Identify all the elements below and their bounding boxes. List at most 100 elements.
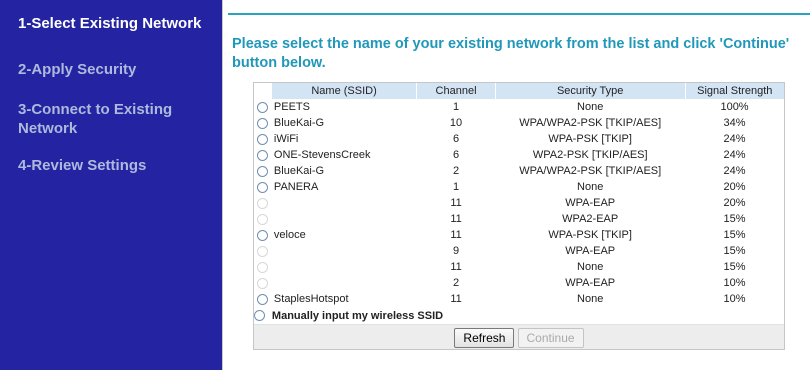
step-review-settings[interactable]: 4-Review Settings [18,156,208,175]
network-radio[interactable] [257,197,269,209]
signal-cell: 15% [723,245,746,257]
network-radio[interactable] [257,245,269,257]
security-cell: WPA/WPA2-PSK [TKIP/AES] [519,165,662,177]
security-cell: None [577,101,604,113]
step-apply-security[interactable]: 2-Apply Security [18,60,208,79]
signal-cell: 24% [723,165,746,177]
manual-ssid-radio[interactable] [254,310,265,322]
network-radio[interactable] [257,261,269,273]
step-select-network[interactable]: 1-Select Existing Network [18,14,208,33]
main-panel: Please select the name of your existing … [228,0,810,370]
table-row[interactable]: 9 WPA-EAP 15% [254,243,784,259]
signal-cell: 20% [723,197,746,209]
signal-cell: 20% [723,181,746,193]
channel-cell: 9 [452,245,460,257]
signal-cell: 24% [723,149,746,161]
ssid-cell: BlueKai-G [273,165,325,177]
table-row[interactable]: 11 WPA-EAP 20% [254,195,784,211]
manual-ssid-label: Manually input my wireless SSID [271,309,444,322]
security-cell: WPA-EAP [565,197,616,209]
network-radio[interactable] [257,229,269,241]
ssid-cell: ONE-StevensCreek [273,149,371,161]
channel-cell: 11 [450,229,462,241]
ssid-cell [272,195,417,211]
network-list: Name (SSID) Channel Security Type Signal… [253,82,785,350]
signal-cell: 100% [720,101,749,113]
channel-cell: 2 [452,165,460,177]
step-connect-network[interactable]: 3-Connect to Existing Network [18,100,188,138]
network-radio[interactable] [257,101,269,113]
table-row[interactable]: BlueKai-G 10 WPA/WPA2-PSK [TKIP/AES] 34% [254,115,784,131]
channel-cell: 11 [450,213,462,225]
security-cell: WPA-EAP [565,277,616,289]
instructions-text: Please select the name of your existing … [232,36,790,71]
header-divider [228,13,810,15]
table-row[interactable]: StaplesHotspot 11 None 10% [254,291,784,307]
ssid-cell: StaplesHotspot [273,293,349,305]
col-signal-header: Signal Strength [685,83,784,99]
channel-cell: 1 [452,101,460,113]
table-header-row: Name (SSID) Channel Security Type Signal… [254,83,784,99]
refresh-button[interactable]: Refresh [454,328,515,348]
table-row[interactable]: 2 WPA-EAP 10% [254,275,784,291]
signal-cell: 24% [723,133,746,145]
security-cell: WPA-EAP [565,245,616,257]
table-row[interactable]: BlueKai-G 2 WPA/WPA2-PSK [TKIP/AES] 24% [254,163,784,179]
security-cell: WPA/WPA2-PSK [TKIP/AES] [519,117,662,129]
security-cell: None [577,181,604,193]
network-radio[interactable] [257,213,269,225]
ssid-cell [272,211,417,227]
channel-cell: 10 [449,117,463,129]
ssid-cell: veloce [273,229,306,241]
network-radio[interactable] [257,293,269,305]
ssid-cell: BlueKai-G [273,117,325,129]
channel-cell: 6 [452,133,460,145]
security-cell: WPA-PSK [TKIP] [548,229,632,241]
ssid-cell: PANERA [273,181,319,193]
signal-cell: 10% [723,293,746,305]
network-radio[interactable] [257,181,269,193]
security-cell: WPA2-PSK [TKIP/AES] [532,149,648,161]
ssid-cell: PEETS [273,101,310,113]
table-row[interactable]: PANERA 1 None 20% [254,179,784,195]
table-row[interactable]: iWiFi 6 WPA-PSK [TKIP] 24% [254,131,784,147]
network-table: Name (SSID) Channel Security Type Signal… [254,83,784,349]
network-radio[interactable] [257,165,269,177]
ssid-cell [272,243,417,259]
manual-ssid-row[interactable]: Manually input my wireless SSID [254,307,784,325]
signal-cell: 15% [723,213,746,225]
table-row[interactable]: ONE-StevensCreek 6 WPA2-PSK [TKIP/AES] 24% [254,147,784,163]
table-row[interactable]: PEETS 1 None 100% [254,99,784,115]
radio-column-header [254,83,272,99]
signal-cell: 34% [723,117,746,129]
col-channel-header: Channel [416,83,496,99]
network-radio[interactable] [257,133,269,145]
col-security-header: Security Type [495,83,686,99]
channel-cell: 11 [450,197,462,209]
ssid-cell [272,275,417,291]
continue-button[interactable]: Continue [517,328,584,348]
ssid-cell [272,259,417,275]
signal-cell: 10% [723,277,746,289]
security-cell: None [577,293,604,305]
network-radio[interactable] [257,277,269,289]
ssid-cell: iWiFi [273,133,299,145]
security-cell: None [577,261,604,273]
channel-cell: 11 [450,261,462,273]
col-ssid-header: Name (SSID) [271,83,418,99]
channel-cell: 1 [452,181,460,193]
button-bar: Refresh Continue [254,324,784,349]
network-radio[interactable] [257,149,269,161]
table-row[interactable]: 11 None 15% [254,259,784,275]
table-row[interactable]: 11 WPA2-EAP 15% [254,211,784,227]
security-cell: WPA2-EAP [562,213,619,225]
table-row[interactable]: veloce 11 WPA-PSK [TKIP] 15% [254,227,784,243]
wizard-sidebar: 1-Select Existing Network 2-Apply Securi… [0,0,223,370]
network-radio[interactable] [257,117,269,129]
channel-cell: 11 [450,293,462,305]
channel-cell: 6 [452,149,460,161]
signal-cell: 15% [723,229,746,241]
security-cell: WPA-PSK [TKIP] [548,133,632,145]
channel-cell: 2 [452,277,460,289]
signal-cell: 15% [723,261,746,273]
